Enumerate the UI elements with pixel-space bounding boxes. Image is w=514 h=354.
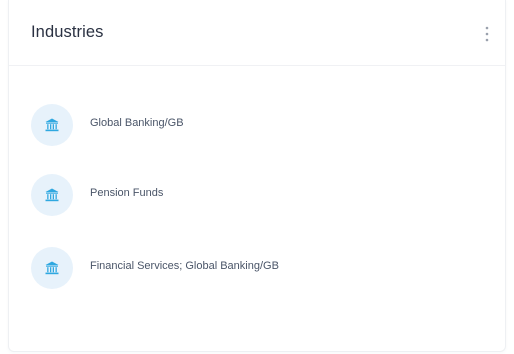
card-header: Industries [9,0,505,66]
industry-label: Pension Funds [90,187,164,199]
bank-icon [31,104,73,146]
industry-label: Global Banking/GB [90,117,184,129]
bank-icon [31,247,73,289]
card-title: Industries [31,23,104,41]
list-item[interactable]: Pension Funds [31,174,471,218]
more-vertical-icon[interactable] [483,24,491,44]
list-item[interactable]: Financial Services; Global Banking/GB [31,247,471,291]
list-item[interactable]: Global Banking/GB [31,104,471,148]
bank-icon [31,174,73,216]
industry-label: Financial Services; Global Banking/GB [90,260,279,272]
industries-card: Industries Global Banking/GB Pension Fun… [8,0,506,352]
